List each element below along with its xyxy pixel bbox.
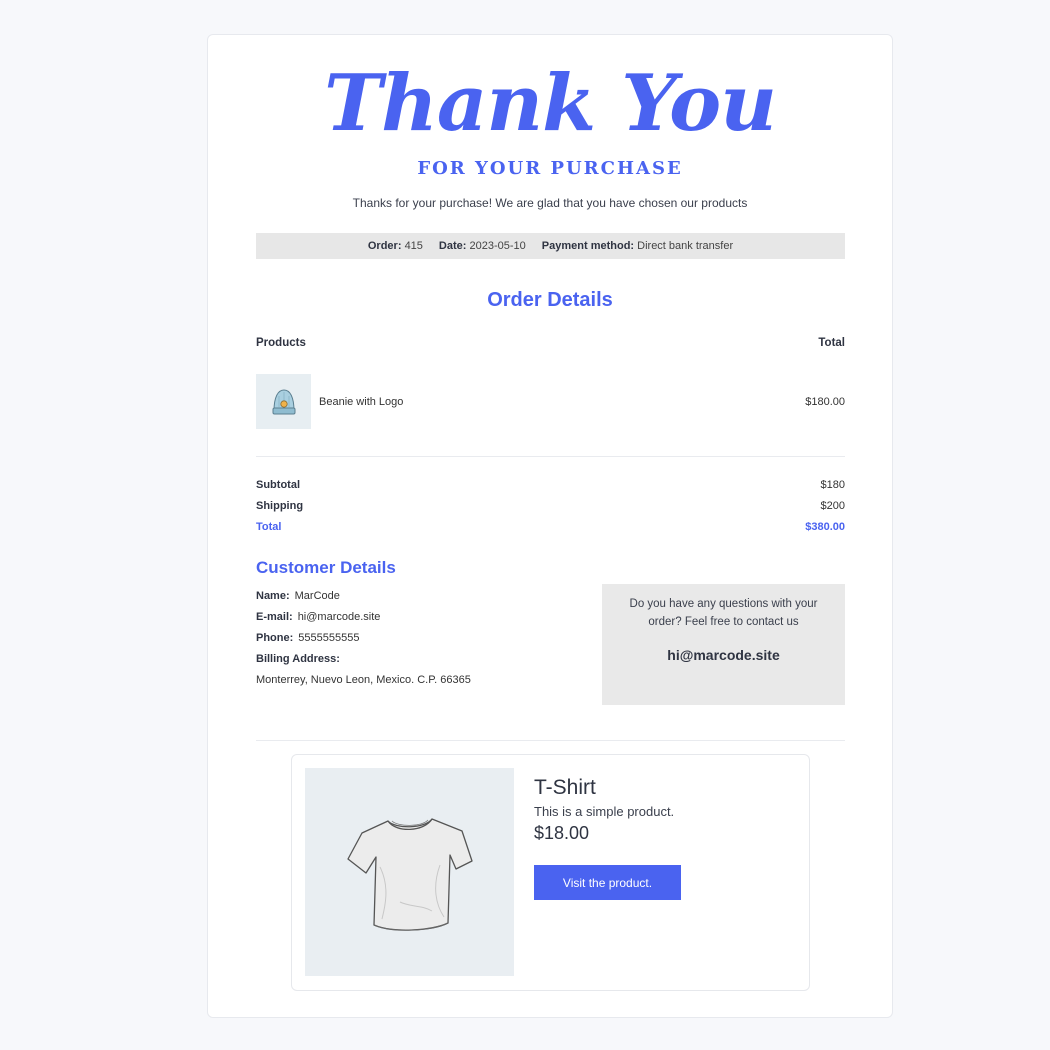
product-name: Beanie with Logo — [319, 395, 404, 408]
beanie-image — [256, 374, 311, 429]
date-label: Date: — [438, 240, 467, 252]
shipping-value: $200 — [820, 500, 845, 512]
product-description: This is a simple product. — [534, 804, 675, 819]
col-total: Total — [818, 337, 845, 349]
shipping-row: Shipping $200 — [256, 496, 845, 517]
order-number: Order: 415 — [368, 240, 423, 252]
total-label: Total — [256, 521, 282, 533]
subtotal-value: $180 — [820, 479, 845, 491]
products-table-header: Products Total — [256, 337, 845, 349]
total-row: Total $380.00 — [256, 517, 845, 538]
customer-details-title: Customer Details — [256, 558, 396, 577]
order-value: 415 — [404, 240, 423, 252]
name-label: Name: — [256, 590, 290, 602]
order-date: Date: 2023-05-10 — [439, 240, 526, 252]
email-label: E-mail: — [256, 611, 293, 623]
subtotal-row: Subtotal $180 — [256, 475, 845, 496]
order-totals: Subtotal $180 Shipping $200 Total $380.0… — [256, 475, 845, 538]
billing-label: Billing Address: — [256, 653, 340, 665]
email-value: hi@marcode.site — [297, 611, 381, 623]
customer-info: Name: MarCode E-mail: hi@marcode.site Phon… — [256, 586, 471, 691]
tshirt-image — [305, 768, 514, 976]
thanks-message: Thanks for your purchase! We are glad th… — [352, 196, 748, 210]
thank-you-title: Thank You — [324, 58, 777, 149]
payment-value: Direct bank transfer — [637, 240, 734, 252]
payment-label: Payment method: — [541, 240, 635, 252]
phone-value: 5555555555 — [298, 632, 360, 644]
name-value: MarCode — [294, 590, 340, 602]
product-price: $18.00 — [534, 823, 590, 843]
contact-email-link[interactable]: hi@marcode.site — [602, 647, 845, 663]
customer-phone: Phone: 5555555555 — [256, 628, 471, 649]
subtotal-label: Subtotal — [256, 479, 300, 491]
order-label: Order: — [367, 240, 402, 252]
billing-address: Billing Address: — [256, 649, 471, 670]
payment-method: Payment method: Direct bank transfer — [542, 240, 733, 252]
purchase-subtitle: FOR YOUR PURCHASE — [417, 158, 683, 179]
product-price: $180.00 — [805, 395, 845, 408]
recommended-product-card: T-Shirt This is a simple product. $18.00… — [291, 754, 810, 991]
date-value: 2023-05-10 — [469, 240, 526, 252]
product-title[interactable]: T-Shirt — [534, 776, 596, 800]
shipping-label: Shipping — [256, 500, 304, 512]
phone-label: Phone: — [256, 632, 294, 644]
col-products: Products — [256, 337, 306, 349]
billing-value: Monterrey, Nuevo Leon, Mexico. C.P. 6636… — [256, 674, 471, 686]
product-cell: Beanie with Logo — [256, 374, 403, 429]
table-row: Beanie with Logo $180.00 — [256, 374, 845, 429]
divider — [256, 456, 845, 457]
contact-text: Do you have any questions with your orde… — [629, 598, 818, 628]
order-details-title: Order Details — [487, 289, 613, 311]
customer-email: E-mail: hi@marcode.site — [256, 607, 471, 628]
customer-name: Name: MarCode — [256, 586, 471, 607]
total-value: $380.00 — [805, 521, 845, 533]
contact-box: Do you have any questions with your orde… — [602, 584, 845, 705]
order-confirmation-card: Thank You FOR YOUR PURCHASE Thanks for y… — [207, 34, 893, 1018]
visit-product-button[interactable]: Visit the product. — [534, 865, 681, 900]
order-info-bar: Order: 415 Date: 2023-05-10 Payment meth… — [256, 233, 845, 259]
divider — [256, 740, 845, 741]
